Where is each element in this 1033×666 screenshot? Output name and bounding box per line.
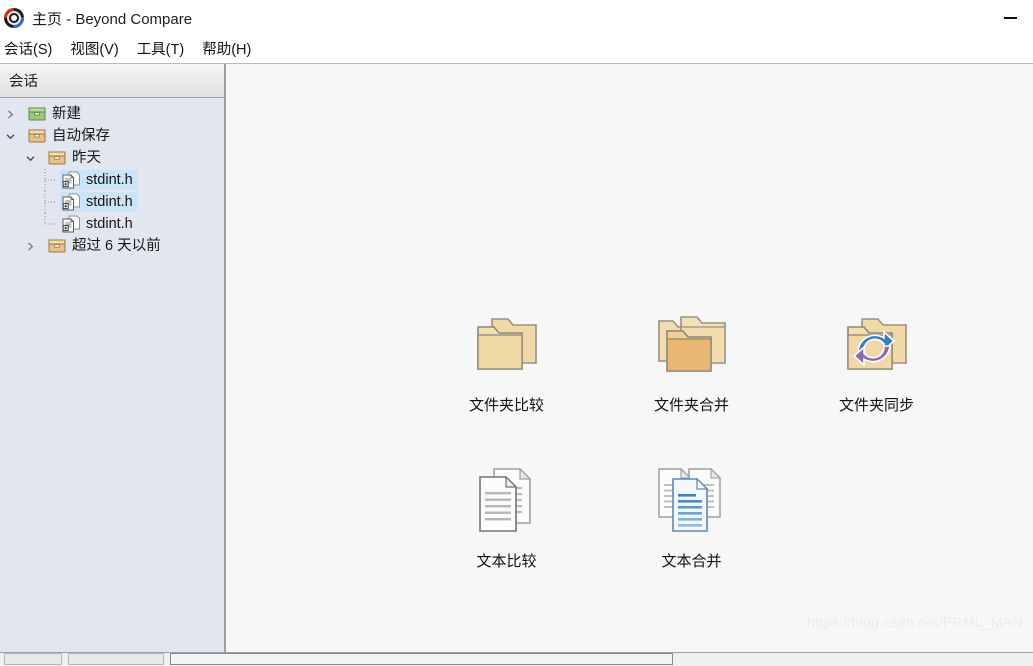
- watermark-text: https://blog.csdn.net/PRML_MAN: [807, 614, 1023, 630]
- window-title: 主页 - Beyond Compare: [32, 10, 193, 28]
- tree-item-label: 超过 6 天以前: [72, 238, 161, 254]
- tan-box-icon: [48, 151, 66, 165]
- folder-sync-icon: [834, 304, 920, 384]
- launcher-row-2: 文本比较 文本合并: [226, 460, 1033, 571]
- sidebar-header-title: 会话: [9, 74, 38, 90]
- folder-merge-icon: [649, 304, 735, 384]
- chevron-down-icon[interactable]: [20, 154, 40, 163]
- chevron-right-icon[interactable]: [20, 241, 40, 251]
- launcher-label: 文件夹合并: [653, 397, 729, 414]
- home-launcher-area: 文件夹比较 文件夹合并 文件夹同步 文本比较 文本合并 https://blog…: [226, 64, 1033, 652]
- status-cell-1: [4, 653, 62, 665]
- sessions-sidebar: 会话 新建 自动保存 昨天 stdint.h stdint.h stdint.h…: [0, 64, 226, 652]
- launcher-folder-compare[interactable]: 文件夹比较: [414, 304, 599, 415]
- tree-item-older-than-6-days[interactable]: 超过 6 天以前: [0, 235, 224, 257]
- title-bar: 主页 - Beyond Compare: [0, 0, 1033, 36]
- minimize-icon: [1004, 17, 1017, 19]
- tree-item-label: 自动保存: [52, 128, 110, 144]
- sidebar-header: 会话: [0, 64, 224, 98]
- status-bar: [0, 652, 1033, 666]
- launcher-row-1: 文件夹比较 文件夹合并 文件夹同步: [226, 304, 1033, 415]
- window-controls: [988, 0, 1033, 36]
- launcher-grid: 文件夹比较 文件夹合并 文件夹同步 文本比较 文本合并: [226, 304, 1033, 571]
- launcher-folder-sync[interactable]: 文件夹同步: [784, 304, 969, 415]
- text-compare-icon: [464, 460, 550, 540]
- tree-item-label: stdint.h: [86, 194, 133, 210]
- tree-item-yesterday[interactable]: 昨天: [0, 147, 224, 169]
- chevron-right-icon[interactable]: [0, 109, 20, 119]
- launcher-label: 文本合并: [661, 553, 722, 570]
- menu-item-view[interactable]: 视图(V): [61, 38, 127, 62]
- tree-item-label: stdint.h: [86, 216, 133, 232]
- tree-item-label: 新建: [52, 106, 81, 122]
- tree-item-label: 昨天: [72, 150, 101, 166]
- beyond-compare-logo-icon: [4, 8, 24, 28]
- status-progress-bar: [170, 653, 673, 665]
- tree-item-stdint-1[interactable]: stdint.h: [0, 169, 224, 191]
- minimize-button[interactable]: [988, 3, 1033, 33]
- tan-box-icon: [48, 239, 66, 253]
- green-box-icon: [28, 107, 46, 121]
- session-tree[interactable]: 新建 自动保存 昨天 stdint.h stdint.h stdint.h 超过…: [0, 98, 224, 652]
- folder-compare-icon: [464, 304, 550, 384]
- body: 会话 新建 自动保存 昨天 stdint.h stdint.h stdint.h…: [0, 64, 1033, 652]
- text-compare-file-icon: [62, 171, 80, 189]
- chevron-down-icon[interactable]: [0, 132, 20, 141]
- menu-item-session[interactable]: 会话(S): [0, 38, 61, 62]
- beyond-compare-window: 主页 - Beyond Compare 会话(S) 视图(V) 工具(T) 帮助…: [0, 0, 1033, 666]
- launcher-folder-merge[interactable]: 文件夹合并: [599, 304, 784, 415]
- tree-connector: [40, 191, 60, 213]
- tree-item-label: stdint.h: [86, 172, 133, 188]
- tree-connector: [40, 169, 60, 191]
- menu-item-tools[interactable]: 工具(T): [128, 38, 194, 62]
- launcher-label: 文件夹同步: [838, 397, 914, 414]
- tree-item-autosave[interactable]: 自动保存: [0, 125, 224, 147]
- menu-item-help[interactable]: 帮助(H): [193, 38, 260, 62]
- tan-box-icon: [28, 129, 46, 143]
- tree-connector: [40, 213, 60, 235]
- status-cell-2: [68, 653, 164, 665]
- menu-bar: 会话(S) 视图(V) 工具(T) 帮助(H): [0, 36, 1033, 64]
- launcher-label: 文本比较: [476, 553, 537, 570]
- text-compare-file-icon: [62, 193, 80, 211]
- launcher-label: 文件夹比较: [468, 397, 544, 414]
- launcher-text-compare[interactable]: 文本比较: [414, 460, 599, 571]
- text-compare-file-icon: [62, 215, 80, 233]
- tree-item-stdint-2[interactable]: stdint.h: [0, 191, 224, 213]
- tree-item-stdint-3[interactable]: stdint.h: [0, 213, 224, 235]
- tree-item-new[interactable]: 新建: [0, 103, 224, 125]
- text-merge-icon: [649, 460, 735, 540]
- launcher-text-merge[interactable]: 文本合并: [599, 460, 784, 571]
